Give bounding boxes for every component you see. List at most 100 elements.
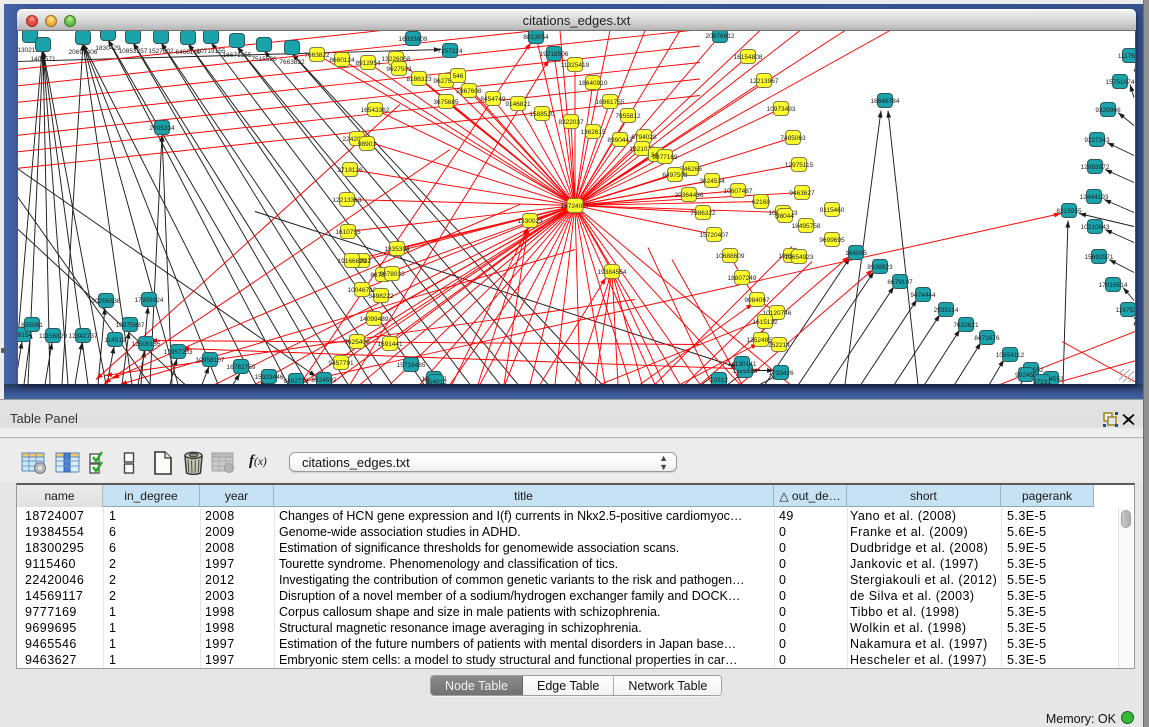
svg-text:20691406: 20691406 <box>69 49 98 56</box>
svg-text:19384554: 19384554 <box>598 269 627 276</box>
svg-text:1588520: 1588520 <box>529 111 555 118</box>
svg-text:835061: 835061 <box>21 322 43 329</box>
svg-text:15923446: 15923446 <box>255 374 284 381</box>
svg-text:9474444: 9474444 <box>910 292 936 299</box>
svg-text:18807249: 18807249 <box>728 275 757 282</box>
svg-text:10975887: 10975887 <box>116 322 145 329</box>
svg-text:11325419: 11325419 <box>561 62 590 69</box>
svg-text:1167534: 1167534 <box>1116 307 1135 314</box>
svg-text:39154: 39154 <box>18 332 32 339</box>
svg-text:16543362: 16543362 <box>361 107 390 114</box>
svg-text:114519: 114519 <box>104 337 126 344</box>
svg-text:7663822: 7663822 <box>279 59 305 66</box>
svg-text:10607487: 10607487 <box>724 188 753 195</box>
svg-text:19654923: 19654923 <box>785 254 814 261</box>
svg-text:15716485: 15716485 <box>397 362 426 369</box>
svg-text:164095: 164095 <box>845 250 867 257</box>
svg-text:8912954: 8912954 <box>355 60 381 67</box>
svg-text:20206536: 20206536 <box>92 298 121 305</box>
svg-text:954012: 954012 <box>425 379 447 384</box>
svg-text:9227343: 9227343 <box>1084 137 1110 144</box>
svg-text:12093872: 12093872 <box>1081 164 1110 171</box>
svg-text:2718126: 2718126 <box>337 167 363 174</box>
svg-text:87231: 87231 <box>1033 379 1051 384</box>
svg-text:2005334: 2005334 <box>149 125 175 132</box>
svg-text:2935114: 2935114 <box>934 307 959 314</box>
svg-text:17359924: 17359924 <box>135 297 164 304</box>
svg-text:12975115: 12975115 <box>785 162 814 169</box>
svg-text:16782759: 16782759 <box>227 364 256 371</box>
svg-text:16154808: 16154808 <box>734 54 763 61</box>
svg-text:9699695: 9699695 <box>819 237 845 244</box>
svg-text:7515526: 7515526 <box>251 56 277 63</box>
svg-text:10973493: 10973493 <box>767 106 796 113</box>
svg-text:10312: 10312 <box>710 377 728 384</box>
svg-text:17016514: 17016514 <box>1099 282 1128 289</box>
svg-text:6497508: 6497508 <box>662 172 688 179</box>
svg-text:1527602: 1527602 <box>148 48 174 55</box>
svg-text:8186323: 8186323 <box>406 76 432 83</box>
svg-text:8524502: 8524502 <box>311 377 337 384</box>
svg-text:9877169: 9877169 <box>652 154 678 161</box>
svg-text:7485063: 7485063 <box>780 135 806 142</box>
svg-text:3675685: 3675685 <box>433 99 459 106</box>
svg-text:9115460: 9115460 <box>820 207 845 214</box>
svg-text:19218506: 19218506 <box>540 51 569 58</box>
svg-text:16671355: 16671355 <box>223 52 252 59</box>
svg-text:992450: 992450 <box>1015 372 1037 379</box>
svg-text:7625402: 7625402 <box>344 339 370 346</box>
svg-text:62160: 62160 <box>752 199 770 206</box>
svg-text:10654112: 10654112 <box>996 352 1025 359</box>
svg-text:14099489: 14099489 <box>360 316 389 323</box>
svg-text:12444193: 12444193 <box>1080 194 1109 201</box>
svg-text:1615132: 1615132 <box>752 319 778 326</box>
svg-text:7986322: 7986322 <box>690 210 716 217</box>
svg-text:6794028: 6794028 <box>631 134 657 141</box>
svg-text:10958107: 10958107 <box>196 357 225 364</box>
svg-text:1362615: 1362615 <box>580 129 606 136</box>
svg-text:1610755: 1610755 <box>335 229 361 236</box>
svg-text:8990443: 8990443 <box>607 137 633 144</box>
svg-text:7357224: 7357224 <box>437 48 463 55</box>
svg-text:11156829: 11156829 <box>39 333 67 340</box>
svg-text:20364436: 20364436 <box>675 192 704 199</box>
svg-text:12213967: 12213967 <box>750 78 779 85</box>
svg-text:9463627: 9463627 <box>789 190 815 197</box>
svg-text:16961755: 16961755 <box>596 99 625 106</box>
svg-text:1830429: 1830429 <box>95 45 121 52</box>
svg-text:6679197: 6679197 <box>887 279 913 286</box>
svg-text:252214: 252214 <box>768 342 790 349</box>
svg-text:3498222: 3498222 <box>368 293 394 300</box>
svg-text:9146821: 9146821 <box>505 101 531 108</box>
svg-text:1691441: 1691441 <box>377 341 403 348</box>
svg-text:10210643: 10210643 <box>1081 224 1110 231</box>
svg-text:12505155: 12505155 <box>132 341 161 348</box>
svg-text:9627503: 9627503 <box>386 66 412 73</box>
svg-text:1330023: 1330023 <box>517 218 543 225</box>
svg-text:8660124: 8660124 <box>329 57 355 64</box>
svg-text:15720407: 15720407 <box>700 232 729 239</box>
svg-text:20876812: 20876812 <box>706 33 735 40</box>
svg-text:9462733: 9462733 <box>283 378 309 384</box>
svg-text:10719155: 10719155 <box>197 48 226 55</box>
svg-text:12342737: 12342737 <box>69 333 98 340</box>
svg-text:8454749: 8454749 <box>480 96 506 103</box>
svg-text:17957253: 17957253 <box>164 349 193 356</box>
svg-text:8322037: 8322037 <box>558 119 584 126</box>
svg-text:1117640: 1117640 <box>1118 53 1135 60</box>
svg-text:9457791: 9457791 <box>328 360 354 367</box>
svg-text:8678033: 8678033 <box>379 271 405 278</box>
svg-text:1405571: 1405571 <box>30 56 56 63</box>
svg-text:9084067: 9084067 <box>744 297 770 304</box>
svg-text:1733426: 1733426 <box>768 370 794 377</box>
svg-text:98044: 98044 <box>776 213 794 220</box>
svg-text:18640910: 18640910 <box>579 80 608 87</box>
svg-text:19166829: 19166829 <box>338 258 367 265</box>
svg-text:10688609: 10688609 <box>716 253 745 260</box>
svg-text:8215955: 8215955 <box>1056 208 1082 215</box>
svg-text:7663822: 7663822 <box>304 52 330 59</box>
svg-text:10853257: 10853257 <box>119 48 148 55</box>
svg-text:2867608: 2867608 <box>456 88 482 95</box>
svg-text:8938923: 8938923 <box>867 264 893 271</box>
svg-text:15751074: 15751074 <box>1106 79 1135 86</box>
